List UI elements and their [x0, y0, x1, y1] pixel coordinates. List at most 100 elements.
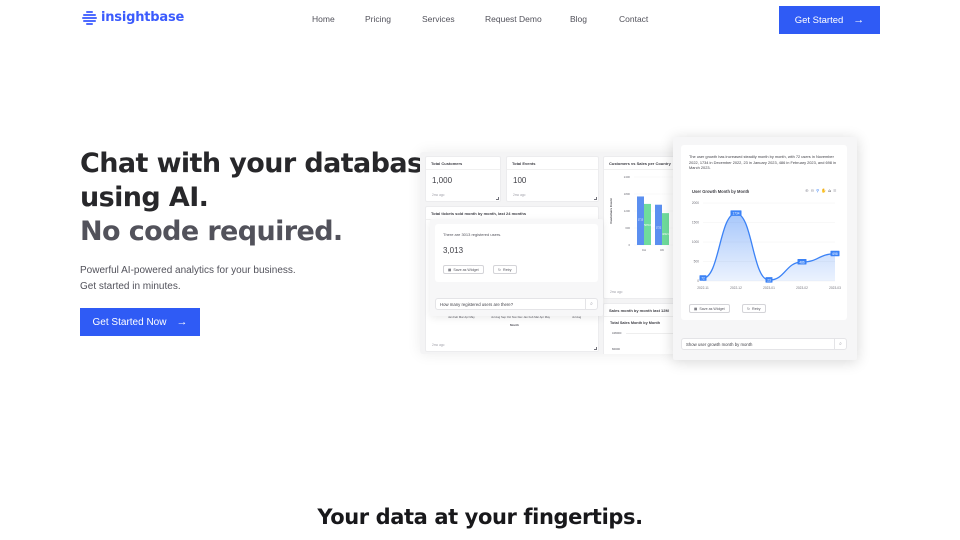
x-tick-label: 2023-03	[829, 286, 841, 290]
y-tick-label: 0	[697, 279, 699, 283]
data-label: 72	[701, 276, 705, 280]
nav-services[interactable]: Services	[422, 14, 455, 24]
save-icon: ▦	[694, 306, 698, 311]
resize-handle[interactable]	[594, 347, 597, 350]
bar-label: 48021	[662, 233, 669, 236]
chat-answer-card: The user growth has increased steadily m…	[681, 145, 847, 320]
x-tick-label: 2022-11	[697, 286, 709, 290]
x-tick-label: 2023-01	[763, 286, 775, 290]
get-started-now-button[interactable]: Get Started Now →	[80, 308, 200, 336]
save-label: Save as Widget	[699, 306, 725, 311]
hero-title-line2: using AI.	[80, 182, 209, 213]
refresh-icon: ↻	[498, 267, 502, 272]
hero-subtitle: Powerful AI-powered analytics for your b…	[80, 263, 296, 295]
search-icon[interactable]: ⌕	[585, 299, 597, 309]
zoom-out-icon[interactable]: ⊖	[811, 188, 815, 194]
total-customers-card: Total Customers 1,000 2mo ago	[425, 156, 501, 202]
country-bar-chart: 2400 1800 1200 600 0 Customers Count 171358716…	[609, 175, 680, 252]
card-title: Customers vs Sales per Country	[609, 161, 671, 166]
card-title: Total Events	[512, 161, 536, 166]
chart-title: User Growth Month by Month	[692, 189, 750, 194]
arrow-right-icon: →	[853, 14, 865, 26]
logo-icon	[82, 10, 97, 25]
hero-sub-line1: Powerful AI-powered analytics for your b…	[80, 265, 296, 276]
save-icon: ▦	[448, 267, 452, 272]
brand-name: insightbase	[101, 10, 185, 25]
resize-handle[interactable]	[496, 197, 499, 200]
y-tick-label: 1000	[692, 240, 699, 244]
nav-contact[interactable]: Contact	[619, 14, 648, 24]
y-tick: 800000	[612, 348, 620, 351]
x-tick-label: 2023-02	[796, 286, 808, 290]
bar-customers	[655, 204, 662, 245]
menu-icon[interactable]: ≡	[833, 188, 837, 194]
zoom-in-icon[interactable]: ⊕	[805, 188, 809, 194]
bar-label: 58716	[644, 224, 651, 227]
save-as-widget-button[interactable]: ▦ Save as Widget	[443, 265, 484, 274]
hero-title-line3: No code required.	[80, 216, 343, 247]
query-text: How many registered users are there?	[440, 302, 514, 307]
chat-answer-text: There are 3013 registered users.	[443, 232, 502, 237]
get-started-label: Get Started	[794, 14, 844, 26]
customers-vs-sales-card: Customers vs Sales per Country 2400 1800 1…	[603, 156, 680, 299]
hero-title: Chat with your database using AI. No cod…	[80, 147, 441, 249]
nav-request-demo[interactable]: Request Demo	[485, 14, 542, 24]
refresh-icon: ↻	[747, 306, 751, 311]
home-icon[interactable]: ⌂	[828, 188, 831, 194]
resize-handle[interactable]	[594, 197, 597, 200]
bar-sales	[662, 213, 669, 245]
card-value: 1,000	[432, 176, 453, 185]
retry-label: Retry	[752, 306, 761, 311]
save-as-widget-button[interactable]: ▦ Save as Widget	[689, 304, 730, 313]
search-icon[interactable]: ⌕	[834, 339, 846, 349]
x-axis-label: Month	[510, 323, 519, 327]
y-tick-label: 2400	[624, 175, 631, 179]
magnify-icon[interactable]: ⚲	[816, 188, 819, 194]
chat-query-input[interactable]: Show user growth month by month ⌕	[681, 338, 847, 350]
hero-sub-line2: Get started in minutes.	[80, 281, 181, 292]
y-tick-label: 0	[628, 243, 630, 247]
y-tick-label: 1800	[624, 192, 631, 196]
chat-detail-panel: The user growth has increased steadily m…	[673, 137, 857, 360]
y-tick-label: 1500	[692, 221, 699, 225]
y-tick-label: 500	[694, 260, 700, 264]
total-events-card: Total Events 100 2mo ago	[506, 156, 599, 202]
x-tick-label: 2022-12	[730, 286, 742, 290]
chat-answer-card: There are 3013 registered users. 3,013 ▦…	[435, 224, 598, 282]
card-title: Sales month by month last 12M	[609, 308, 669, 313]
chat-query-input[interactable]: How many registered users are there? ⌕	[435, 298, 598, 310]
area-fill	[703, 213, 835, 281]
data-label: 23	[767, 278, 771, 282]
retry-label: Retry	[503, 267, 512, 272]
card-title: Total Customers	[431, 161, 463, 166]
card-value: 100	[513, 176, 527, 185]
chart-toolbar: ⊕ ⊖ ⚲ ✋ ⌂ ≡	[805, 188, 837, 194]
card-timestamp: 2mo ago	[432, 193, 445, 197]
query-text: Show user growth month by month	[686, 342, 753, 347]
get-started-now-label: Get Started Now	[92, 316, 167, 328]
retry-button[interactable]: ↻ Retry	[493, 265, 517, 274]
logo[interactable]: insightbase	[82, 10, 184, 25]
x-tick-label: CA	[642, 248, 646, 252]
y-tick: 1080000	[612, 332, 622, 335]
x-tick-label: UK	[660, 248, 664, 252]
pan-icon[interactable]: ✋	[821, 188, 826, 194]
get-started-button[interactable]: Get Started →	[779, 6, 880, 34]
data-label: 486	[799, 260, 805, 264]
user-growth-chart: 0 500 1000 1500 2000 72 2022-11 1734 2022-12 23 20…	[692, 201, 841, 290]
y-tick-label: 1200	[624, 209, 631, 213]
chart-title: Total Sales Month by Month	[610, 321, 661, 325]
y-axis-label: Customers Count	[609, 198, 613, 223]
bar-label: 1713	[638, 218, 644, 221]
nav-blog[interactable]: Blog	[570, 14, 587, 24]
bar-label: 1722	[656, 227, 662, 230]
card-timestamp: 2mo ago	[432, 343, 445, 347]
growth-summary: The user growth has increased steadily m…	[689, 154, 837, 171]
hero-title-line1: Chat with your database	[80, 148, 441, 179]
y-tick-label: 600	[625, 226, 630, 230]
retry-button[interactable]: ↻ Retry	[742, 304, 766, 313]
chat-popup: There are 3013 registered users. 3,013 ▦…	[430, 219, 603, 316]
nav-home[interactable]: Home	[312, 14, 335, 24]
nav-pricing[interactable]: Pricing	[365, 14, 391, 24]
sales-12m-card: Sales month by month last 12M Total Sale…	[603, 303, 680, 354]
